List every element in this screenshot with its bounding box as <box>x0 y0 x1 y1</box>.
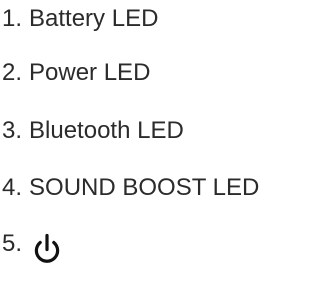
list-item-number: 2. <box>2 59 23 86</box>
list-item-power-button: 5. <box>2 226 65 263</box>
list-item-label: Power LED <box>29 59 151 86</box>
list-item-bluetooth-led: 3. Bluetooth LED <box>2 113 184 149</box>
list-item-label: Battery LED <box>29 5 159 32</box>
list-item-label: SOUND BOOST LED <box>29 174 260 201</box>
list-item-power-led: 2. Power LED <box>2 55 150 91</box>
power-icon <box>29 231 65 267</box>
list-item-battery-led: 1. Battery LED <box>2 1 158 37</box>
list-item-label: Bluetooth LED <box>29 117 184 144</box>
list-item-number: 4. <box>2 174 23 201</box>
list-item-sound-boost-led: 4. SOUND BOOST LED <box>2 170 259 206</box>
list-item-number: 1. <box>2 5 23 32</box>
list-item-number: 3. <box>2 117 23 144</box>
led-legend-list: 1. Battery LED 2. Power LED 3. Bluetooth… <box>2 0 320 282</box>
list-item-number: 5. <box>2 230 23 257</box>
